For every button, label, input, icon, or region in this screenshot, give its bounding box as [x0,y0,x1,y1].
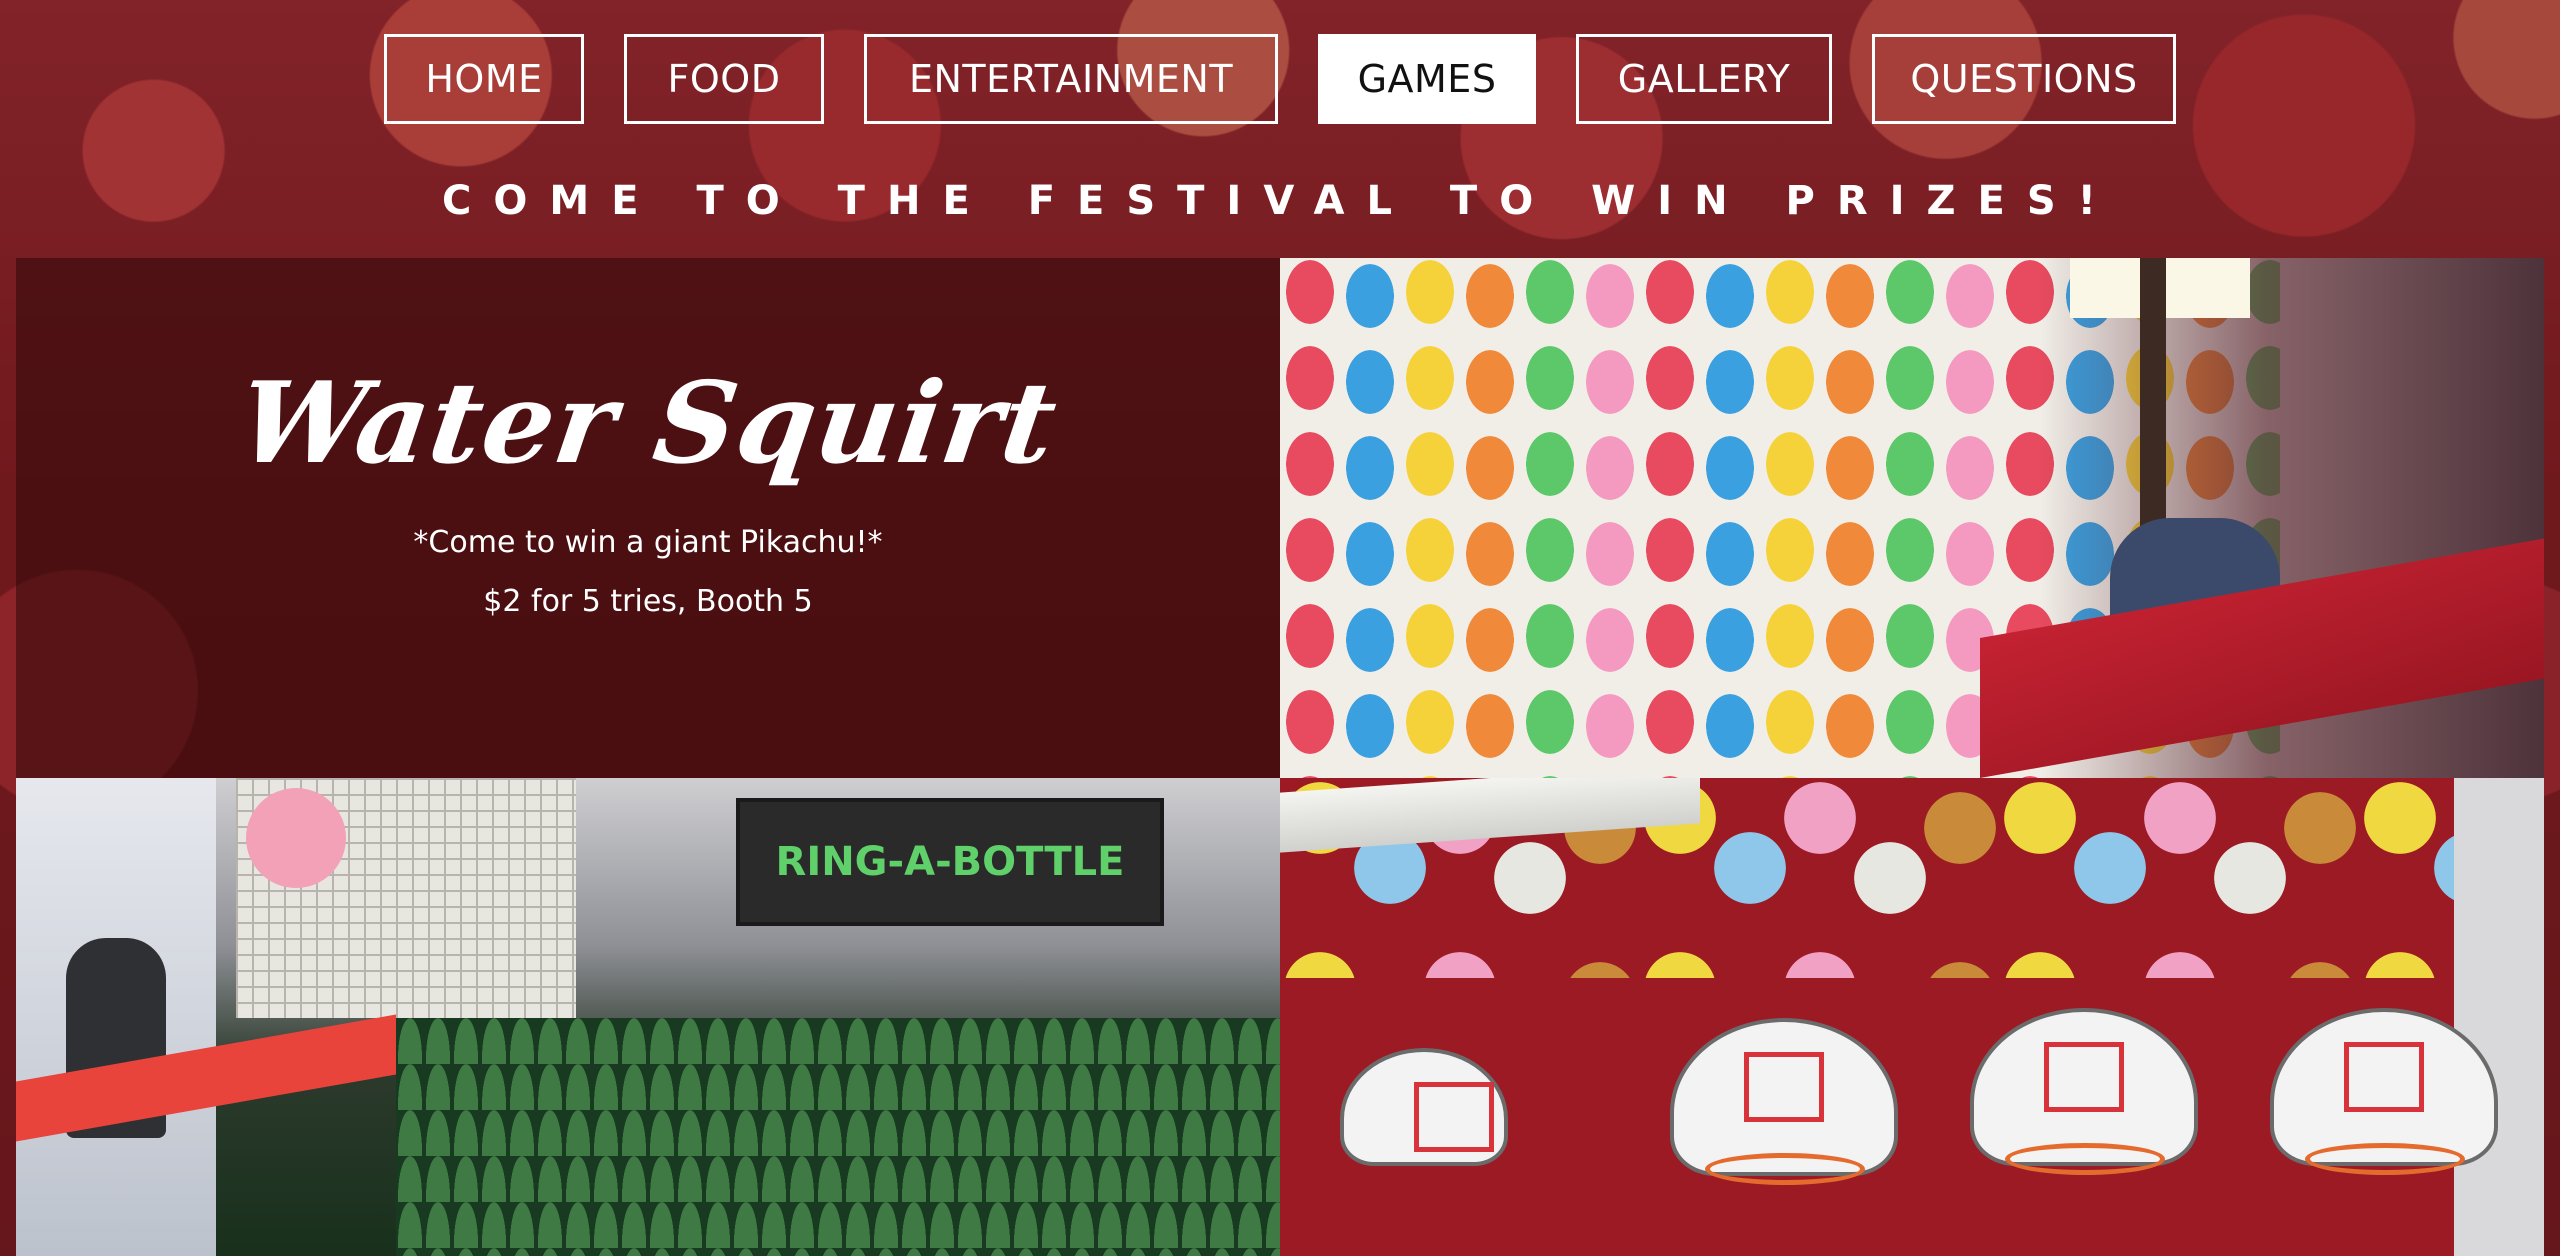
basketball-backboard [1340,1048,1508,1166]
games-grid: Water Squirt *Come to win a giant Pikach… [16,258,2544,1256]
plush-prizes-photo [1280,778,2544,1256]
game-price: $2 for 5 tries, Booth 5 [483,584,813,619]
green-bottles [396,1018,1280,1256]
ring-bottle-photo: RING-A-BOTTLE [16,778,1280,1256]
nav-entertainment[interactable]: ENTERTAINMENT [864,34,1278,124]
page-tagline: COME TO THE FESTIVAL TO WIN PRIZES! [442,178,2118,224]
pink-plush [246,788,346,888]
nav-games[interactable]: GAMES [1318,34,1536,124]
main-nav: HOME FOOD ENTERTAINMENT GAMES GALLERY QU… [0,34,2560,124]
game-title: Water Squirt [231,358,1065,489]
basketball-rim [2005,1143,2165,1175]
nav-gallery[interactable]: GALLERY [1576,34,1832,124]
nav-questions[interactable]: QUESTIONS [1872,34,2176,124]
ring-a-bottle-sign: RING-A-BOTTLE [736,798,1164,926]
game-info-panel: Water Squirt *Come to win a giant Pikach… [16,258,1280,778]
nav-food[interactable]: FOOD [624,34,824,124]
games-page: HOME FOOD ENTERTAINMENT GAMES GALLERY QU… [0,0,2560,1256]
basketball-rim [1705,1153,1865,1185]
booth-wall [2454,778,2544,1256]
nav-home[interactable]: HOME [384,34,584,124]
basketball-rim [2305,1143,2465,1175]
balloon-wall-photo [1280,258,2544,778]
game-description: *Come to win a giant Pikachu!* [413,525,883,560]
